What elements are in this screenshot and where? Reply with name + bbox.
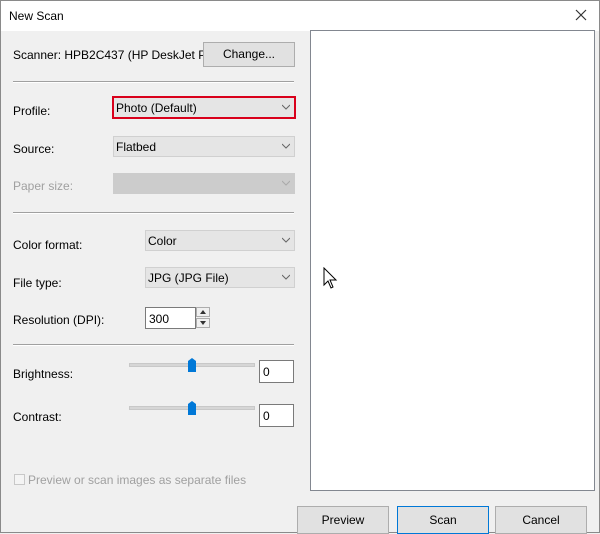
mouse-pointer-icon — [323, 267, 338, 289]
new-scan-dialog: New Scan Scanner: HPB2C437 (HP DeskJet P… — [0, 0, 600, 534]
file-type-dropdown[interactable]: JPG (JPG File) — [145, 267, 295, 288]
resolution-input[interactable]: 300 — [145, 307, 196, 329]
resolution-increase-button[interactable] — [196, 307, 210, 317]
profile-dropdown[interactable]: Photo (Default) — [112, 96, 296, 119]
profile-value: Photo (Default) — [116, 101, 197, 115]
contrast-value: 0 — [263, 409, 270, 423]
separate-files-checkbox[interactable] — [14, 474, 25, 485]
source-value: Flatbed — [116, 140, 157, 154]
brightness-input[interactable]: 0 — [259, 360, 294, 383]
preview-button[interactable]: Preview — [297, 506, 389, 534]
separator — [13, 344, 294, 346]
file-type-label: File type: — [13, 276, 62, 290]
resolution-decrease-button[interactable] — [196, 318, 210, 328]
chevron-down-icon — [282, 143, 290, 149]
cancel-button[interactable]: Cancel — [495, 506, 587, 534]
color-format-dropdown[interactable]: Color — [145, 230, 295, 251]
chevron-down-icon — [282, 237, 290, 243]
brightness-slider-thumb[interactable] — [188, 358, 196, 372]
window-title: New Scan — [9, 9, 64, 23]
file-type-value: JPG (JPG File) — [148, 271, 229, 285]
brightness-value: 0 — [263, 365, 270, 379]
separator — [13, 81, 294, 83]
contrast-slider-thumb[interactable] — [188, 401, 196, 415]
profile-label: Profile: — [13, 104, 51, 118]
brightness-label: Brightness: — [13, 367, 74, 381]
resolution-value: 300 — [149, 312, 170, 326]
contrast-label: Contrast: — [13, 410, 62, 424]
preview-pane — [310, 30, 595, 491]
contrast-input[interactable]: 0 — [259, 404, 294, 427]
separator — [13, 212, 294, 214]
scan-button[interactable]: Scan — [397, 506, 489, 534]
resolution-label: Resolution (DPI): — [13, 313, 105, 327]
source-label: Source: — [13, 142, 55, 156]
chevron-down-icon — [200, 321, 206, 325]
chevron-up-icon — [200, 310, 206, 314]
color-format-label: Color format: — [13, 238, 83, 252]
paper-size-dropdown[interactable] — [113, 173, 295, 194]
title-bar: New Scan — [1, 1, 599, 31]
color-format-value: Color — [148, 234, 177, 248]
source-dropdown[interactable]: Flatbed — [113, 136, 295, 157]
chevron-down-icon — [282, 274, 290, 280]
paper-size-label: Paper size: — [13, 179, 74, 193]
close-icon[interactable] — [573, 7, 589, 23]
separate-files-label: Preview or scan images as separate files — [28, 473, 247, 487]
scanner-label: Scanner: HPB2C437 (HP DeskJet Pl... — [13, 48, 219, 62]
chevron-down-icon — [282, 180, 290, 186]
change-scanner-button[interactable]: Change... — [203, 42, 295, 67]
chevron-down-icon — [282, 104, 290, 110]
